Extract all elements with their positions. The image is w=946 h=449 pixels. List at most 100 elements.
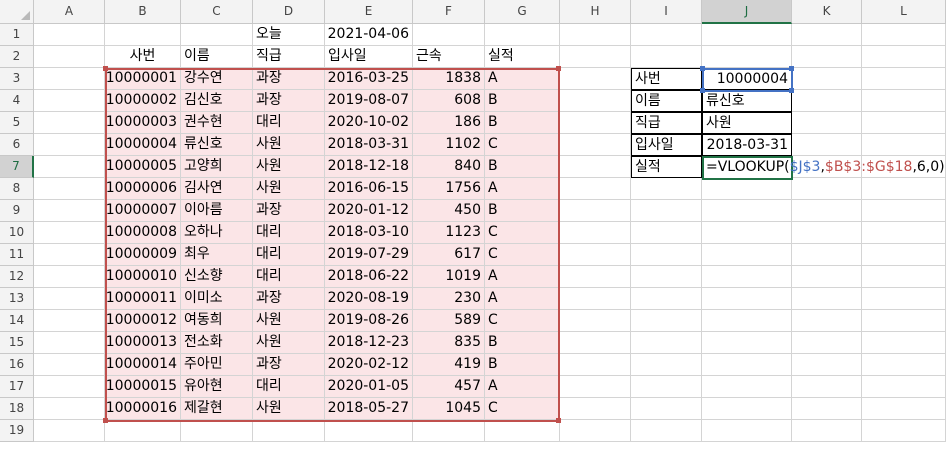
- column-header-b[interactable]: B: [105, 0, 181, 24]
- row-header-19[interactable]: 19: [0, 420, 34, 442]
- cell-i18[interactable]: [631, 398, 702, 420]
- cell-d17[interactable]: 대리: [253, 376, 325, 398]
- cell-a3[interactable]: [34, 68, 105, 90]
- cell-a13[interactable]: [34, 288, 105, 310]
- cell-k17[interactable]: [792, 376, 862, 398]
- cell-j6[interactable]: 2018-03-31: [702, 134, 792, 156]
- cell-e8[interactable]: 2016-06-15: [325, 178, 413, 200]
- cell-k6[interactable]: [792, 134, 862, 156]
- cell-e14[interactable]: 2019-08-26: [325, 310, 413, 332]
- cell-l14[interactable]: [862, 310, 946, 332]
- cell-c10[interactable]: 오하나: [181, 222, 253, 244]
- cell-d16[interactable]: 과장: [253, 354, 325, 376]
- cell-c17[interactable]: 유아현: [181, 376, 253, 398]
- cell-i5[interactable]: 직급: [631, 112, 702, 134]
- cell-a18[interactable]: [34, 398, 105, 420]
- cell-h2[interactable]: [560, 46, 631, 68]
- cell-g15[interactable]: B: [485, 332, 560, 354]
- cell-l17[interactable]: [862, 376, 946, 398]
- cell-b15[interactable]: 10000013: [105, 332, 181, 354]
- column-header-l[interactable]: L: [862, 0, 946, 24]
- cell-h12[interactable]: [560, 266, 631, 288]
- cell-i4[interactable]: 이름: [631, 90, 702, 112]
- cell-d5[interactable]: 대리: [253, 112, 325, 134]
- column-header-i[interactable]: I: [631, 0, 702, 24]
- cell-f19[interactable]: [413, 420, 485, 442]
- cell-j8[interactable]: [702, 178, 792, 200]
- cell-a14[interactable]: [34, 310, 105, 332]
- cell-j11[interactable]: [702, 244, 792, 266]
- cell-f18[interactable]: 1045: [413, 398, 485, 420]
- cell-k11[interactable]: [792, 244, 862, 266]
- cell-e15[interactable]: 2018-12-23: [325, 332, 413, 354]
- cell-a6[interactable]: [34, 134, 105, 156]
- cell-b7[interactable]: 10000005: [105, 156, 181, 178]
- cell-b9[interactable]: 10000007: [105, 200, 181, 222]
- cell-i9[interactable]: [631, 200, 702, 222]
- cell-l11[interactable]: [862, 244, 946, 266]
- cell-a15[interactable]: [34, 332, 105, 354]
- cell-g10[interactable]: C: [485, 222, 560, 244]
- cell-e5[interactable]: 2020-10-02: [325, 112, 413, 134]
- column-header-d[interactable]: D: [253, 0, 325, 24]
- cell-d19[interactable]: [253, 420, 325, 442]
- cell-g4[interactable]: B: [485, 90, 560, 112]
- cell-i8[interactable]: [631, 178, 702, 200]
- cell-a1[interactable]: [34, 24, 105, 46]
- reference-handle[interactable]: [700, 88, 705, 93]
- cell-h4[interactable]: [560, 90, 631, 112]
- cell-j17[interactable]: [702, 376, 792, 398]
- cell-j10[interactable]: [702, 222, 792, 244]
- cell-g11[interactable]: C: [485, 244, 560, 266]
- column-header-h[interactable]: H: [560, 0, 631, 24]
- cell-d4[interactable]: 과장: [253, 90, 325, 112]
- cell-b3[interactable]: 10000001: [105, 68, 181, 90]
- row-header-9[interactable]: 9: [0, 200, 34, 222]
- cell-h15[interactable]: [560, 332, 631, 354]
- cell-e19[interactable]: [325, 420, 413, 442]
- cell-b16[interactable]: 10000014: [105, 354, 181, 376]
- cell-j19[interactable]: [702, 420, 792, 442]
- cell-l10[interactable]: [862, 222, 946, 244]
- cell-j12[interactable]: [702, 266, 792, 288]
- cell-k5[interactable]: [792, 112, 862, 134]
- cell-h17[interactable]: [560, 376, 631, 398]
- cell-a12[interactable]: [34, 266, 105, 288]
- cell-a10[interactable]: [34, 222, 105, 244]
- cell-e2[interactable]: 입사일: [325, 46, 413, 68]
- range-handle[interactable]: [556, 418, 561, 423]
- cell-l8[interactable]: [862, 178, 946, 200]
- cell-h3[interactable]: [560, 68, 631, 90]
- cell-f16[interactable]: 419: [413, 354, 485, 376]
- cell-a7[interactable]: [34, 156, 105, 178]
- cell-b12[interactable]: 10000010: [105, 266, 181, 288]
- cell-c8[interactable]: 김사연: [181, 178, 253, 200]
- cell-g16[interactable]: B: [485, 354, 560, 376]
- select-all-corner[interactable]: [0, 0, 34, 24]
- cell-j3[interactable]: 10000004: [702, 68, 792, 90]
- cell-i17[interactable]: [631, 376, 702, 398]
- row-header-17[interactable]: 17: [0, 376, 34, 398]
- cell-b4[interactable]: 10000002: [105, 90, 181, 112]
- cell-h19[interactable]: [560, 420, 631, 442]
- cell-j13[interactable]: [702, 288, 792, 310]
- cell-d15[interactable]: 사원: [253, 332, 325, 354]
- cell-h10[interactable]: [560, 222, 631, 244]
- cell-b10[interactable]: 10000008: [105, 222, 181, 244]
- cell-b6[interactable]: 10000004: [105, 134, 181, 156]
- row-header-7[interactable]: 7: [0, 156, 34, 178]
- range-handle[interactable]: [103, 66, 108, 71]
- cell-e13[interactable]: 2020-08-19: [325, 288, 413, 310]
- cell-k16[interactable]: [792, 354, 862, 376]
- cell-f8[interactable]: 1756: [413, 178, 485, 200]
- cell-k14[interactable]: [792, 310, 862, 332]
- cell-formula-editor[interactable]: =VLOOKUP($J$3,$B$3:$G$18,6,0): [706, 157, 946, 178]
- cell-l4[interactable]: [862, 90, 946, 112]
- cell-c11[interactable]: 최우: [181, 244, 253, 266]
- column-header-a[interactable]: A: [34, 0, 105, 24]
- cell-b1[interactable]: [105, 24, 181, 46]
- row-header-11[interactable]: 11: [0, 244, 34, 266]
- cell-g14[interactable]: C: [485, 310, 560, 332]
- cell-c12[interactable]: 신소향: [181, 266, 253, 288]
- cell-h1[interactable]: [560, 24, 631, 46]
